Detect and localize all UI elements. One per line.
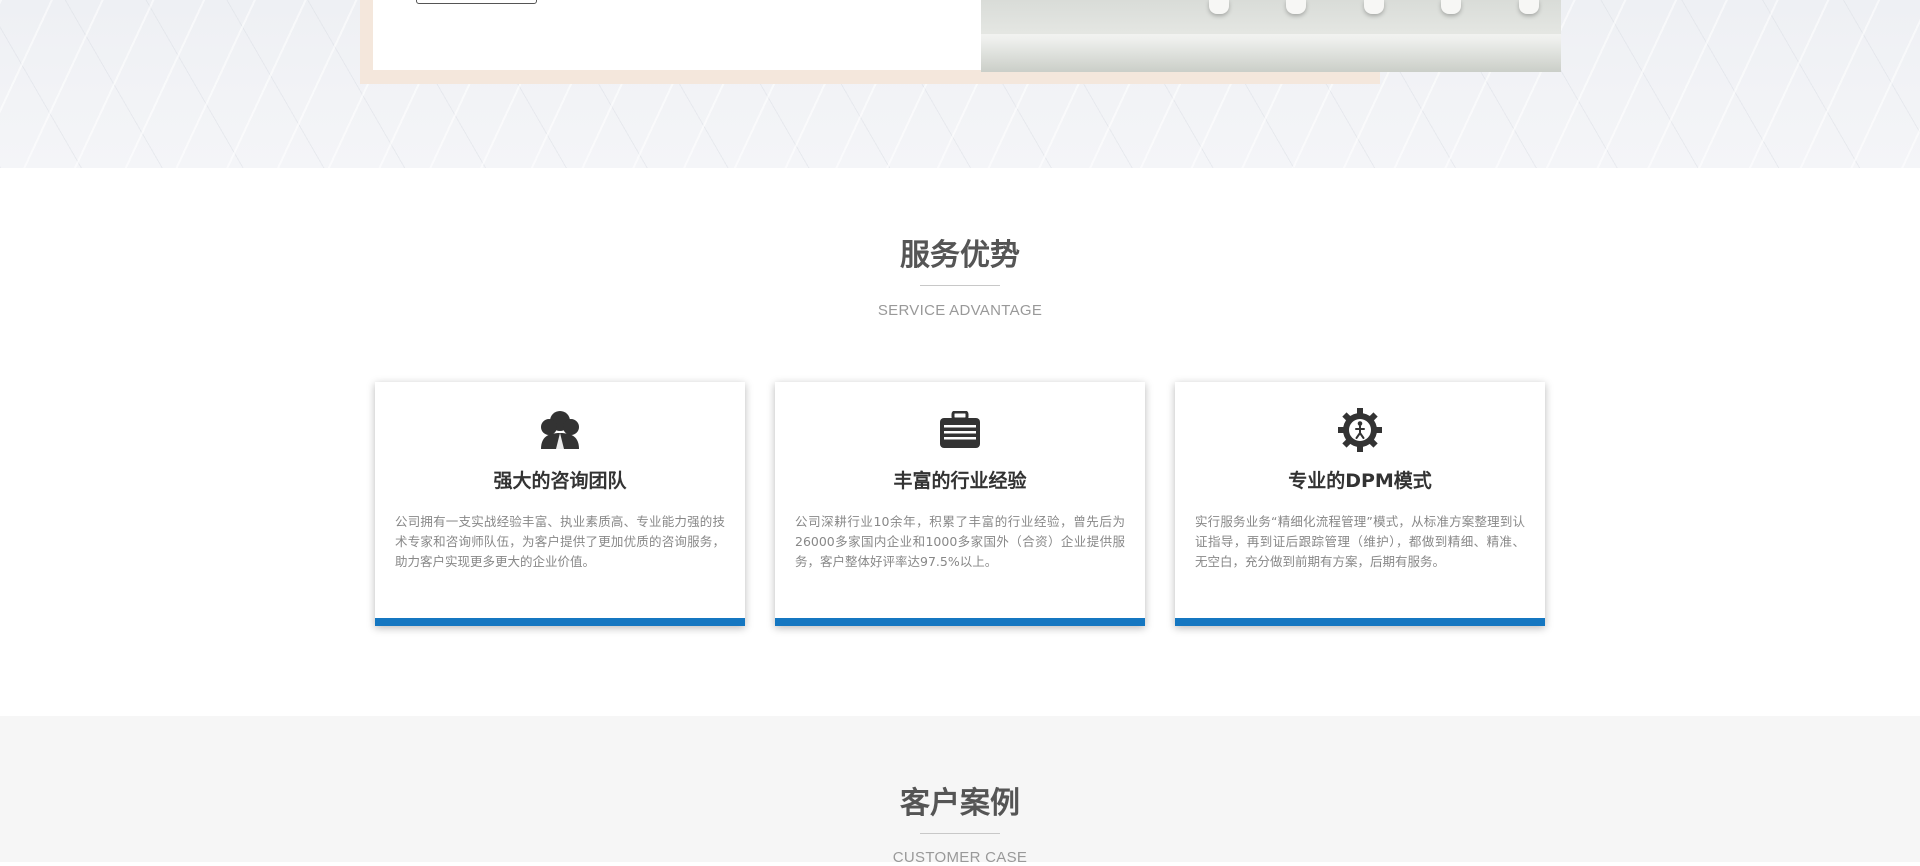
service-section-subtitle: SERVICE ADVANTAGE	[877, 302, 1043, 319]
hero-photo-vase	[1209, 0, 1229, 14]
advantage-card: 强大的咨询团队 公司拥有一支实战经验丰富、执业素质高、专业能力强的技术专家和咨询…	[375, 382, 745, 626]
card-description: 实行服务业务“精细化流程管理”模式，从标准方案整理到认证指导，再到证后跟踪管理（…	[1195, 514, 1525, 569]
card-title: 专业的DPM模式	[1288, 470, 1432, 492]
case-section-title: 客户案例	[900, 786, 1020, 821]
hero-more-button[interactable]	[416, 0, 537, 4]
card-accent-bar	[375, 618, 745, 626]
hero-photo-floor	[981, 34, 1561, 72]
hero-banner	[0, 0, 1920, 168]
hero-card	[373, 0, 981, 70]
briefcase-icon	[775, 406, 1145, 454]
hero-photo-vase	[1441, 0, 1461, 14]
service-title-divider	[920, 285, 1000, 286]
case-title-divider	[920, 833, 1000, 834]
card-title: 丰富的行业经验	[893, 470, 1027, 492]
service-section-title: 服务优势	[900, 238, 1020, 273]
card-title: 强大的咨询团队	[493, 470, 627, 492]
card-accent-bar	[1175, 618, 1545, 626]
hero-photo-vase	[1286, 0, 1306, 14]
advantage-card: 专业的DPM模式 实行服务业务“精细化流程管理”模式，从标准方案整理到认证指导，…	[1175, 382, 1545, 626]
hero-photo-vase	[1519, 0, 1539, 14]
advantage-card: 丰富的行业经验 公司深耕行业10余年，积累了丰富的行业经验，曾先后为26000多…	[775, 382, 1145, 626]
team-icon	[375, 406, 745, 454]
gear-worker-icon	[1175, 406, 1545, 454]
card-accent-bar	[775, 618, 1145, 626]
hero-photo-vase	[1364, 0, 1384, 14]
case-section-subtitle: CUSTOMER CASE	[892, 849, 1028, 866]
hero-photo	[981, 0, 1561, 72]
card-description: 公司深耕行业10余年，积累了丰富的行业经验，曾先后为26000多家国内企业和10…	[795, 514, 1125, 569]
card-description: 公司拥有一支实战经验丰富、执业素质高、专业能力强的技术专家和咨询师队伍，为客户提…	[395, 514, 725, 569]
